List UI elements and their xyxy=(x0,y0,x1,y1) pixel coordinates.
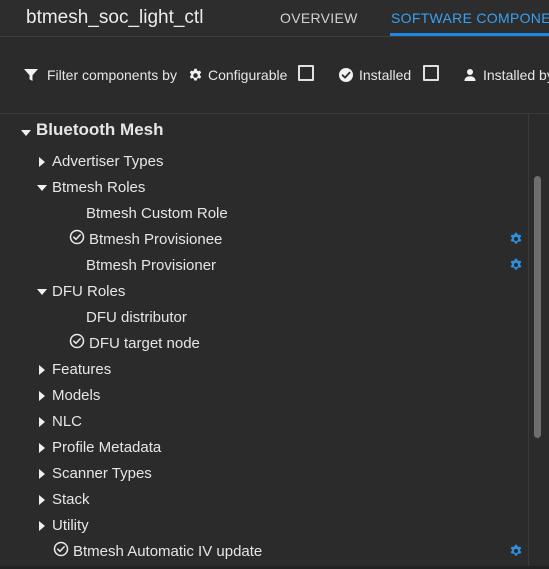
tree-item-utility[interactable]: Utility xyxy=(36,513,89,537)
tree-item-label: Btmesh Provisioner xyxy=(86,256,217,274)
caret-right-icon[interactable] xyxy=(36,363,48,375)
caret-right-icon[interactable] xyxy=(36,519,48,531)
tree-item-label: NLC xyxy=(52,412,83,430)
installed-label: Installed xyxy=(359,67,412,83)
tab-software-components[interactable]: SOFTWARE COMPONE xyxy=(391,10,549,26)
tree-item-label: Bluetooth Mesh xyxy=(36,120,164,139)
top-header: btmesh_soc_light_ctl OVERVIEW SOFTWARE C… xyxy=(0,0,549,37)
tree-item-label: Btmesh Provisionee xyxy=(89,230,223,248)
tree-item-btmesh-automatic-iv-update[interactable]: Btmesh Automatic IV update xyxy=(53,539,262,563)
tree-item-label: DFU target node xyxy=(89,334,200,352)
component-tree: Bluetooth Mesh Advertiser Types Btmesh R… xyxy=(0,114,549,569)
tree-item-label: Utility xyxy=(52,516,89,534)
tree-item-advertiser-types[interactable]: Advertiser Types xyxy=(36,149,163,173)
configure-gear-icon[interactable] xyxy=(509,232,523,246)
tree-item-scanner-types[interactable]: Scanner Types xyxy=(36,461,152,485)
tree-item-btmesh-custom-role[interactable]: Btmesh Custom Role xyxy=(86,201,228,225)
tree-item-dfu-target-node[interactable]: DFU target node xyxy=(69,331,200,355)
tree-item-dfu-roles[interactable]: DFU Roles xyxy=(36,279,125,303)
tree-item-features[interactable]: Features xyxy=(36,357,111,381)
tree-item-label: Advertiser Types xyxy=(52,152,164,170)
project-title: btmesh_soc_light_ctl xyxy=(26,7,204,28)
filter-installed-group[interactable]: Installed xyxy=(338,66,411,84)
configurable-label: Configurable xyxy=(208,67,288,83)
caret-right-icon[interactable] xyxy=(36,389,48,401)
tree-item-label: Stack xyxy=(52,490,90,508)
caret-right-icon[interactable] xyxy=(36,155,48,167)
tree-item-label: Profile Metadata xyxy=(52,438,162,456)
tree-item-dfu-distributor[interactable]: DFU distributor xyxy=(86,305,187,329)
tree-item-label: Btmesh Roles xyxy=(52,178,146,196)
tree-item-label: Features xyxy=(52,360,112,378)
installed-checkbox[interactable] xyxy=(423,65,439,81)
check-circle-icon xyxy=(338,67,354,83)
caret-down-icon[interactable] xyxy=(20,124,32,136)
caret-right-icon[interactable] xyxy=(36,493,48,505)
configure-gear-icon[interactable] xyxy=(509,544,523,558)
filter-label-group: Filter components by xyxy=(23,66,177,84)
caret-down-icon[interactable] xyxy=(36,285,48,297)
filter-installed-by-group[interactable]: Installed by xyxy=(463,66,549,84)
configurable-checkbox[interactable] xyxy=(298,65,314,81)
person-icon xyxy=(463,68,477,82)
tree-root-bluetooth-mesh[interactable]: Bluetooth Mesh xyxy=(20,118,164,142)
tree-item-btmesh-provisioner[interactable]: Btmesh Provisioner xyxy=(86,253,216,277)
installed-by-label: Installed by xyxy=(483,67,549,83)
caret-down-icon[interactable] xyxy=(36,181,48,193)
tree-item-label: DFU distributor xyxy=(86,308,187,326)
tab-overview[interactable]: OVERVIEW xyxy=(280,10,358,26)
configure-gear-icon[interactable] xyxy=(509,258,523,272)
tree-item-btmesh-roles[interactable]: Btmesh Roles xyxy=(36,175,145,199)
tree-item-label: Models xyxy=(52,386,101,404)
caret-right-icon[interactable] xyxy=(36,441,48,453)
tree-item-btmesh-provisionee[interactable]: Btmesh Provisionee xyxy=(69,227,222,251)
active-tab-indicator xyxy=(390,33,549,36)
caret-right-icon[interactable] xyxy=(36,467,48,479)
filter-configurable-group[interactable]: Configurable xyxy=(188,66,287,84)
gear-icon xyxy=(188,68,203,83)
installed-check-icon xyxy=(53,541,69,561)
tree-item-profile-metadata[interactable]: Profile Metadata xyxy=(36,435,161,459)
tree-item-stack[interactable]: Stack xyxy=(36,487,90,511)
tree-item-label: Btmesh Automatic IV update xyxy=(73,542,263,560)
tree-item-label: Btmesh Custom Role xyxy=(86,204,228,222)
tree-item-label: Scanner Types xyxy=(52,464,152,482)
tree-item-label: DFU Roles xyxy=(52,282,126,300)
caret-right-icon[interactable] xyxy=(36,415,48,427)
filter-components-label: Filter components by xyxy=(47,67,177,83)
installed-check-icon xyxy=(69,333,85,353)
tree-scrollbar-thumb[interactable] xyxy=(534,176,541,438)
tree-item-nlc[interactable]: NLC xyxy=(36,409,82,433)
tree-item-models[interactable]: Models xyxy=(36,383,100,407)
installed-check-icon xyxy=(69,229,85,249)
filter-icon xyxy=(23,67,39,83)
filter-bar: Filter components by Configurable Instal… xyxy=(0,37,549,114)
